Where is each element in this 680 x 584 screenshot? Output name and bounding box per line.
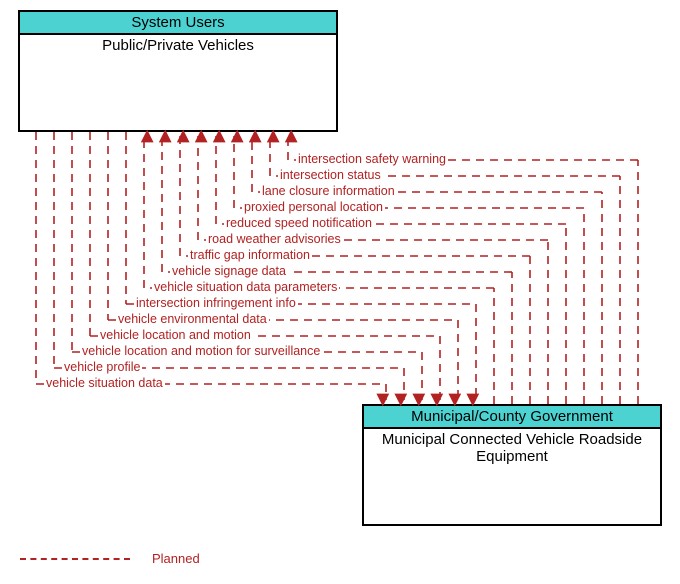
flow-to-top-0: intersection safety warning <box>296 152 448 166</box>
legend-text-planned: Planned <box>152 551 200 566</box>
flow-to-bottom-0: intersection infringement info <box>134 296 298 310</box>
flow-to-bottom-2: vehicle location and motion <box>98 328 253 342</box>
gov-body: Municipal Connected Vehicle Roadside Equ… <box>364 429 660 467</box>
legend-line-planned <box>20 558 130 560</box>
system-users-box: System Users Public/Private Vehicles <box>18 10 338 132</box>
system-users-header: System Users <box>20 12 336 35</box>
flow-to-top-5: road weather advisories <box>206 232 343 246</box>
flow-to-top-8: vehicle situation data parameters <box>152 280 339 294</box>
gov-header: Municipal/County Government <box>364 406 660 429</box>
flow-to-top-1: intersection status <box>278 168 383 182</box>
flow-to-top-6: traffic gap information <box>188 248 312 262</box>
flow-to-top-7: vehicle signage data <box>170 264 288 278</box>
system-users-body: Public/Private Vehicles <box>20 35 336 56</box>
flow-to-bottom-4: vehicle profile <box>62 360 142 374</box>
flow-to-top-3: proxied personal location <box>242 200 385 214</box>
gov-box: Municipal/County Government Municipal Co… <box>362 404 662 526</box>
flow-to-bottom-5: vehicle situation data <box>44 376 165 390</box>
flow-to-top-4: reduced speed notification <box>224 216 374 230</box>
flow-to-bottom-1: vehicle environmental data <box>116 312 269 326</box>
flow-to-top-2: lane closure information <box>260 184 397 198</box>
legend: Planned <box>20 551 200 566</box>
flow-to-bottom-3: vehicle location and motion for surveill… <box>80 344 322 358</box>
